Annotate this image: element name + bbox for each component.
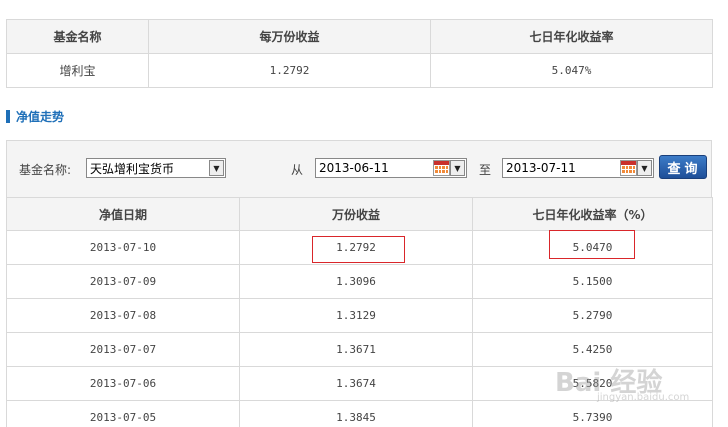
- fund-name-label: 基金名称:: [19, 163, 72, 177]
- row-rate: 5.1500: [472, 264, 713, 299]
- fund-select-value: 天弘增利宝货币: [90, 161, 175, 176]
- section-marker-icon: [6, 109, 10, 123]
- table-row: 2013-07-05 1.3845 5.7390: [6, 400, 713, 427]
- row-rate: 5.5820: [472, 366, 713, 401]
- summary-income-value: 1.2792: [148, 53, 431, 88]
- highlight-box-rate: [549, 230, 635, 259]
- row-income: 1.3129: [239, 298, 473, 333]
- summary-header-income: 每万份收益: [148, 19, 431, 54]
- filter-panel: 基金名称: 天弘增利宝货币 ▼ 从 2013-06-11 ▼ 至 2013-07…: [6, 140, 712, 197]
- summary-header-row: 基金名称 每万份收益 七日年化收益率: [6, 19, 713, 54]
- query-button[interactable]: 查询: [659, 155, 707, 179]
- row-income: 1.3845: [239, 400, 473, 427]
- row-date: 2013-07-09: [6, 264, 240, 299]
- row-date: 2013-07-08: [6, 298, 240, 333]
- fund-select[interactable]: 天弘增利宝货币 ▼: [86, 158, 226, 178]
- row-date: 2013-07-06: [6, 366, 240, 401]
- from-label: 从: [291, 163, 304, 177]
- row-rate: 5.2790: [472, 298, 713, 333]
- fund-summary-table: 基金名称 每万份收益 七日年化收益率 增利宝 1.2792 5.047%: [6, 19, 713, 88]
- summary-header-name: 基金名称: [6, 19, 149, 54]
- from-date-input[interactable]: 2013-06-11 ▼: [315, 158, 467, 178]
- table-row: 2013-07-08 1.3129 5.2790: [6, 298, 713, 333]
- row-date: 2013-07-10: [6, 230, 240, 265]
- summary-rate-value: 5.047%: [430, 53, 713, 88]
- row-income: 1.3674: [239, 366, 473, 401]
- nav-header-income: 万份收益: [239, 197, 473, 231]
- row-income: 1.3096: [239, 264, 473, 299]
- row-date: 2013-07-05: [6, 400, 240, 427]
- chevron-down-icon[interactable]: ▼: [637, 160, 652, 176]
- row-date: 2013-07-07: [6, 332, 240, 367]
- to-date-value: 2013-07-11: [506, 161, 576, 175]
- nav-header-rate: 七日年化收益率（%）: [472, 197, 713, 231]
- calendar-icon[interactable]: [620, 160, 637, 176]
- chevron-down-icon[interactable]: ▼: [450, 160, 465, 176]
- summary-row: 增利宝 1.2792 5.047%: [6, 53, 713, 88]
- calendar-icon[interactable]: [433, 160, 450, 176]
- chevron-down-icon[interactable]: ▼: [209, 160, 224, 176]
- summary-fund-name: 增利宝: [6, 53, 149, 88]
- table-row: 2013-07-09 1.3096 5.1500: [6, 264, 713, 299]
- to-label: 至: [479, 163, 492, 177]
- highlight-box-income: [312, 236, 405, 263]
- nav-header-date: 净值日期: [6, 197, 240, 231]
- section-title-text: 净值走势: [16, 109, 65, 124]
- row-rate: 5.4250: [472, 332, 713, 367]
- row-income: 1.3671: [239, 332, 473, 367]
- row-rate: 5.7390: [472, 400, 713, 427]
- table-row: 2013-07-06 1.3674 5.5820: [6, 366, 713, 401]
- from-date-value: 2013-06-11: [319, 161, 389, 175]
- nav-header-row: 净值日期 万份收益 七日年化收益率（%）: [6, 197, 713, 231]
- table-row: 2013-07-07 1.3671 5.4250: [6, 332, 713, 367]
- to-date-input[interactable]: 2013-07-11 ▼: [502, 158, 654, 178]
- section-title: 净值走势: [6, 106, 64, 126]
- summary-header-rate: 七日年化收益率: [430, 19, 713, 54]
